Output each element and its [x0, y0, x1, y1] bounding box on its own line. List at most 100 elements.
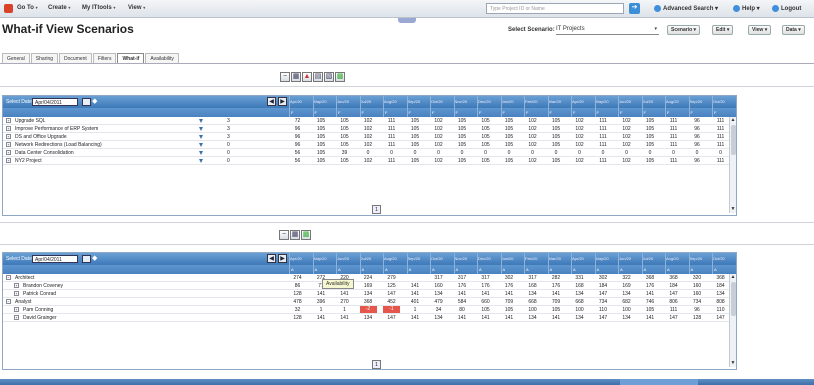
value-cell[interactable]: 86 — [289, 283, 306, 289]
next-period-button[interactable]: ▶ — [278, 97, 287, 106]
value-cell[interactable]: 134 — [618, 291, 635, 297]
value-cell[interactable]: 105 — [642, 158, 659, 164]
value-cell[interactable]: 110 — [712, 307, 729, 313]
tab-sharing[interactable]: Sharing — [30, 53, 59, 63]
scroll-thumb[interactable] — [731, 282, 736, 316]
value-cell[interactable]: 147 — [665, 315, 682, 321]
value-cell[interactable]: 111 — [383, 118, 400, 124]
expand-toggle-icon[interactable]: + — [14, 283, 19, 288]
value-cell[interactable]: 141 — [454, 291, 471, 297]
value-cell[interactable]: 184 — [712, 283, 729, 289]
value-cell[interactable]: 102 — [618, 118, 635, 124]
value-cell[interactable]: 102 — [430, 118, 447, 124]
value-cell[interactable]: 102 — [360, 158, 377, 164]
value-cell[interactable]: 105 — [313, 126, 330, 132]
value-cell[interactable]: 80 — [454, 307, 471, 313]
expand-toggle-icon[interactable]: + — [6, 158, 11, 163]
value-cell[interactable]: 102 — [571, 118, 588, 124]
expand-toggle-icon[interactable]: + — [6, 142, 11, 147]
table-row[interactable]: + Improve Performance of ERP System 3 96 105… — [3, 125, 736, 133]
value-cell[interactable]: 110 — [595, 307, 612, 313]
value-cell[interactable]: 111 — [712, 126, 729, 132]
value-cell[interactable]: 134 — [360, 291, 377, 297]
value-cell[interactable]: 111 — [665, 118, 682, 124]
value-cell[interactable]: 105 — [501, 134, 518, 140]
value-cell[interactable]: 302 — [501, 275, 518, 281]
expand-toggle-icon[interactable]: + — [14, 307, 19, 312]
value-cell[interactable]: 105 — [313, 142, 330, 148]
table-row[interactable]: + Network Redirections (Load Balancing) 0 9… — [3, 141, 736, 149]
value-cell[interactable]: 317 — [454, 275, 471, 281]
go-arrow-icon[interactable]: ◆ — [92, 98, 97, 106]
value-cell[interactable]: 111 — [712, 142, 729, 148]
value-cell[interactable]: 0 — [430, 150, 447, 156]
value-cell[interactable]: 184 — [595, 283, 612, 289]
value-cell[interactable]: 368 — [360, 299, 377, 305]
value-cell[interactable]: 0 — [665, 150, 682, 156]
value-cell[interactable]: 105 — [454, 142, 471, 148]
value-cell[interactable]: 660 — [477, 299, 494, 305]
value-cell[interactable]: 734 — [595, 299, 612, 305]
scenario-button[interactable]: Scenario ▾ — [667, 25, 701, 35]
value-cell[interactable]: 96 — [689, 126, 706, 132]
value-cell[interactable]: 160 — [430, 283, 447, 289]
value-cell[interactable]: 105 — [454, 158, 471, 164]
value-cell[interactable]: 105 — [642, 142, 659, 148]
value-cell[interactable]: 105 — [313, 150, 330, 156]
value-cell[interactable]: 0 — [407, 150, 424, 156]
prev-period-button[interactable]: ◀ — [267, 254, 276, 263]
value-cell[interactable]: 34 — [430, 307, 447, 313]
tab-what-if[interactable]: What-if — [117, 53, 145, 63]
value-cell[interactable]: 141 — [336, 315, 353, 321]
value-cell[interactable]: 147 — [383, 315, 400, 321]
value-cell[interactable]: 102 — [360, 142, 377, 148]
value-cell[interactable]: 96 — [289, 126, 306, 132]
value-cell[interactable]: 274 — [289, 275, 306, 281]
header-collapse-handle[interactable] — [398, 18, 416, 23]
expand-toggle-icon[interactable]: − — [6, 275, 11, 280]
value-cell[interactable]: 102 — [524, 118, 541, 124]
value-cell[interactable]: 0 — [595, 150, 612, 156]
value-cell[interactable]: 134 — [430, 291, 447, 297]
chart-icon[interactable]: ▲ — [302, 72, 312, 82]
value-cell[interactable]: 105 — [313, 118, 330, 124]
value-cell[interactable]: 0 — [689, 150, 706, 156]
expand-toggle-icon[interactable]: + — [14, 315, 19, 320]
value-cell[interactable]: 105 — [454, 126, 471, 132]
scenario-select[interactable]: IT Projects ▾ — [556, 24, 659, 35]
value-cell[interactable]: 111 — [595, 158, 612, 164]
value-cell[interactable]: 147 — [712, 315, 729, 321]
value-cell[interactable]: 320 — [689, 275, 706, 281]
grid-icon[interactable]: ▦ — [291, 72, 301, 82]
scroll-down-icon[interactable]: ▼ — [730, 206, 736, 212]
value-cell[interactable]: 168 — [524, 283, 541, 289]
value-cell[interactable]: 396 — [313, 299, 330, 305]
tab-general[interactable]: General — [2, 53, 30, 63]
value-cell[interactable]: 452 — [383, 299, 400, 305]
value-cell[interactable]: 102 — [430, 126, 447, 132]
whatif-info-icon[interactable] — [198, 134, 204, 140]
value-cell[interactable]: 105 — [501, 126, 518, 132]
value-cell[interactable]: 105 — [477, 118, 494, 124]
value-cell[interactable]: 105 — [548, 158, 565, 164]
tab-filters[interactable]: Filters — [92, 53, 117, 63]
value-cell[interactable]: 105 — [407, 134, 424, 140]
search-go-button[interactable]: ➔ — [629, 3, 640, 14]
value-cell[interactable]: 96 — [289, 142, 306, 148]
value-cell[interactable]: 478 — [289, 299, 306, 305]
calendar-icon[interactable] — [82, 98, 91, 106]
value-cell[interactable]: 96 — [689, 158, 706, 164]
value-cell[interactable]: 105 — [501, 158, 518, 164]
value-cell[interactable]: 105 — [548, 307, 565, 313]
export-icon[interactable]: ▤ — [313, 72, 323, 82]
value-cell[interactable]: 105 — [477, 158, 494, 164]
value-cell[interactable]: 32 — [289, 307, 306, 313]
quick-search-input[interactable]: Type Project ID or Name — [486, 3, 624, 14]
value-cell[interactable]: 105 — [501, 118, 518, 124]
value-cell[interactable]: 224 — [360, 275, 377, 281]
value-cell[interactable]: 105 — [313, 158, 330, 164]
value-cell[interactable]: 128 — [289, 315, 306, 321]
value-cell[interactable]: 0 — [501, 150, 518, 156]
table-row[interactable]: − Analyst 478 396 270 368 452 401 479 584 660 709 66… — [3, 298, 736, 306]
value-cell[interactable]: 282 — [548, 275, 565, 281]
